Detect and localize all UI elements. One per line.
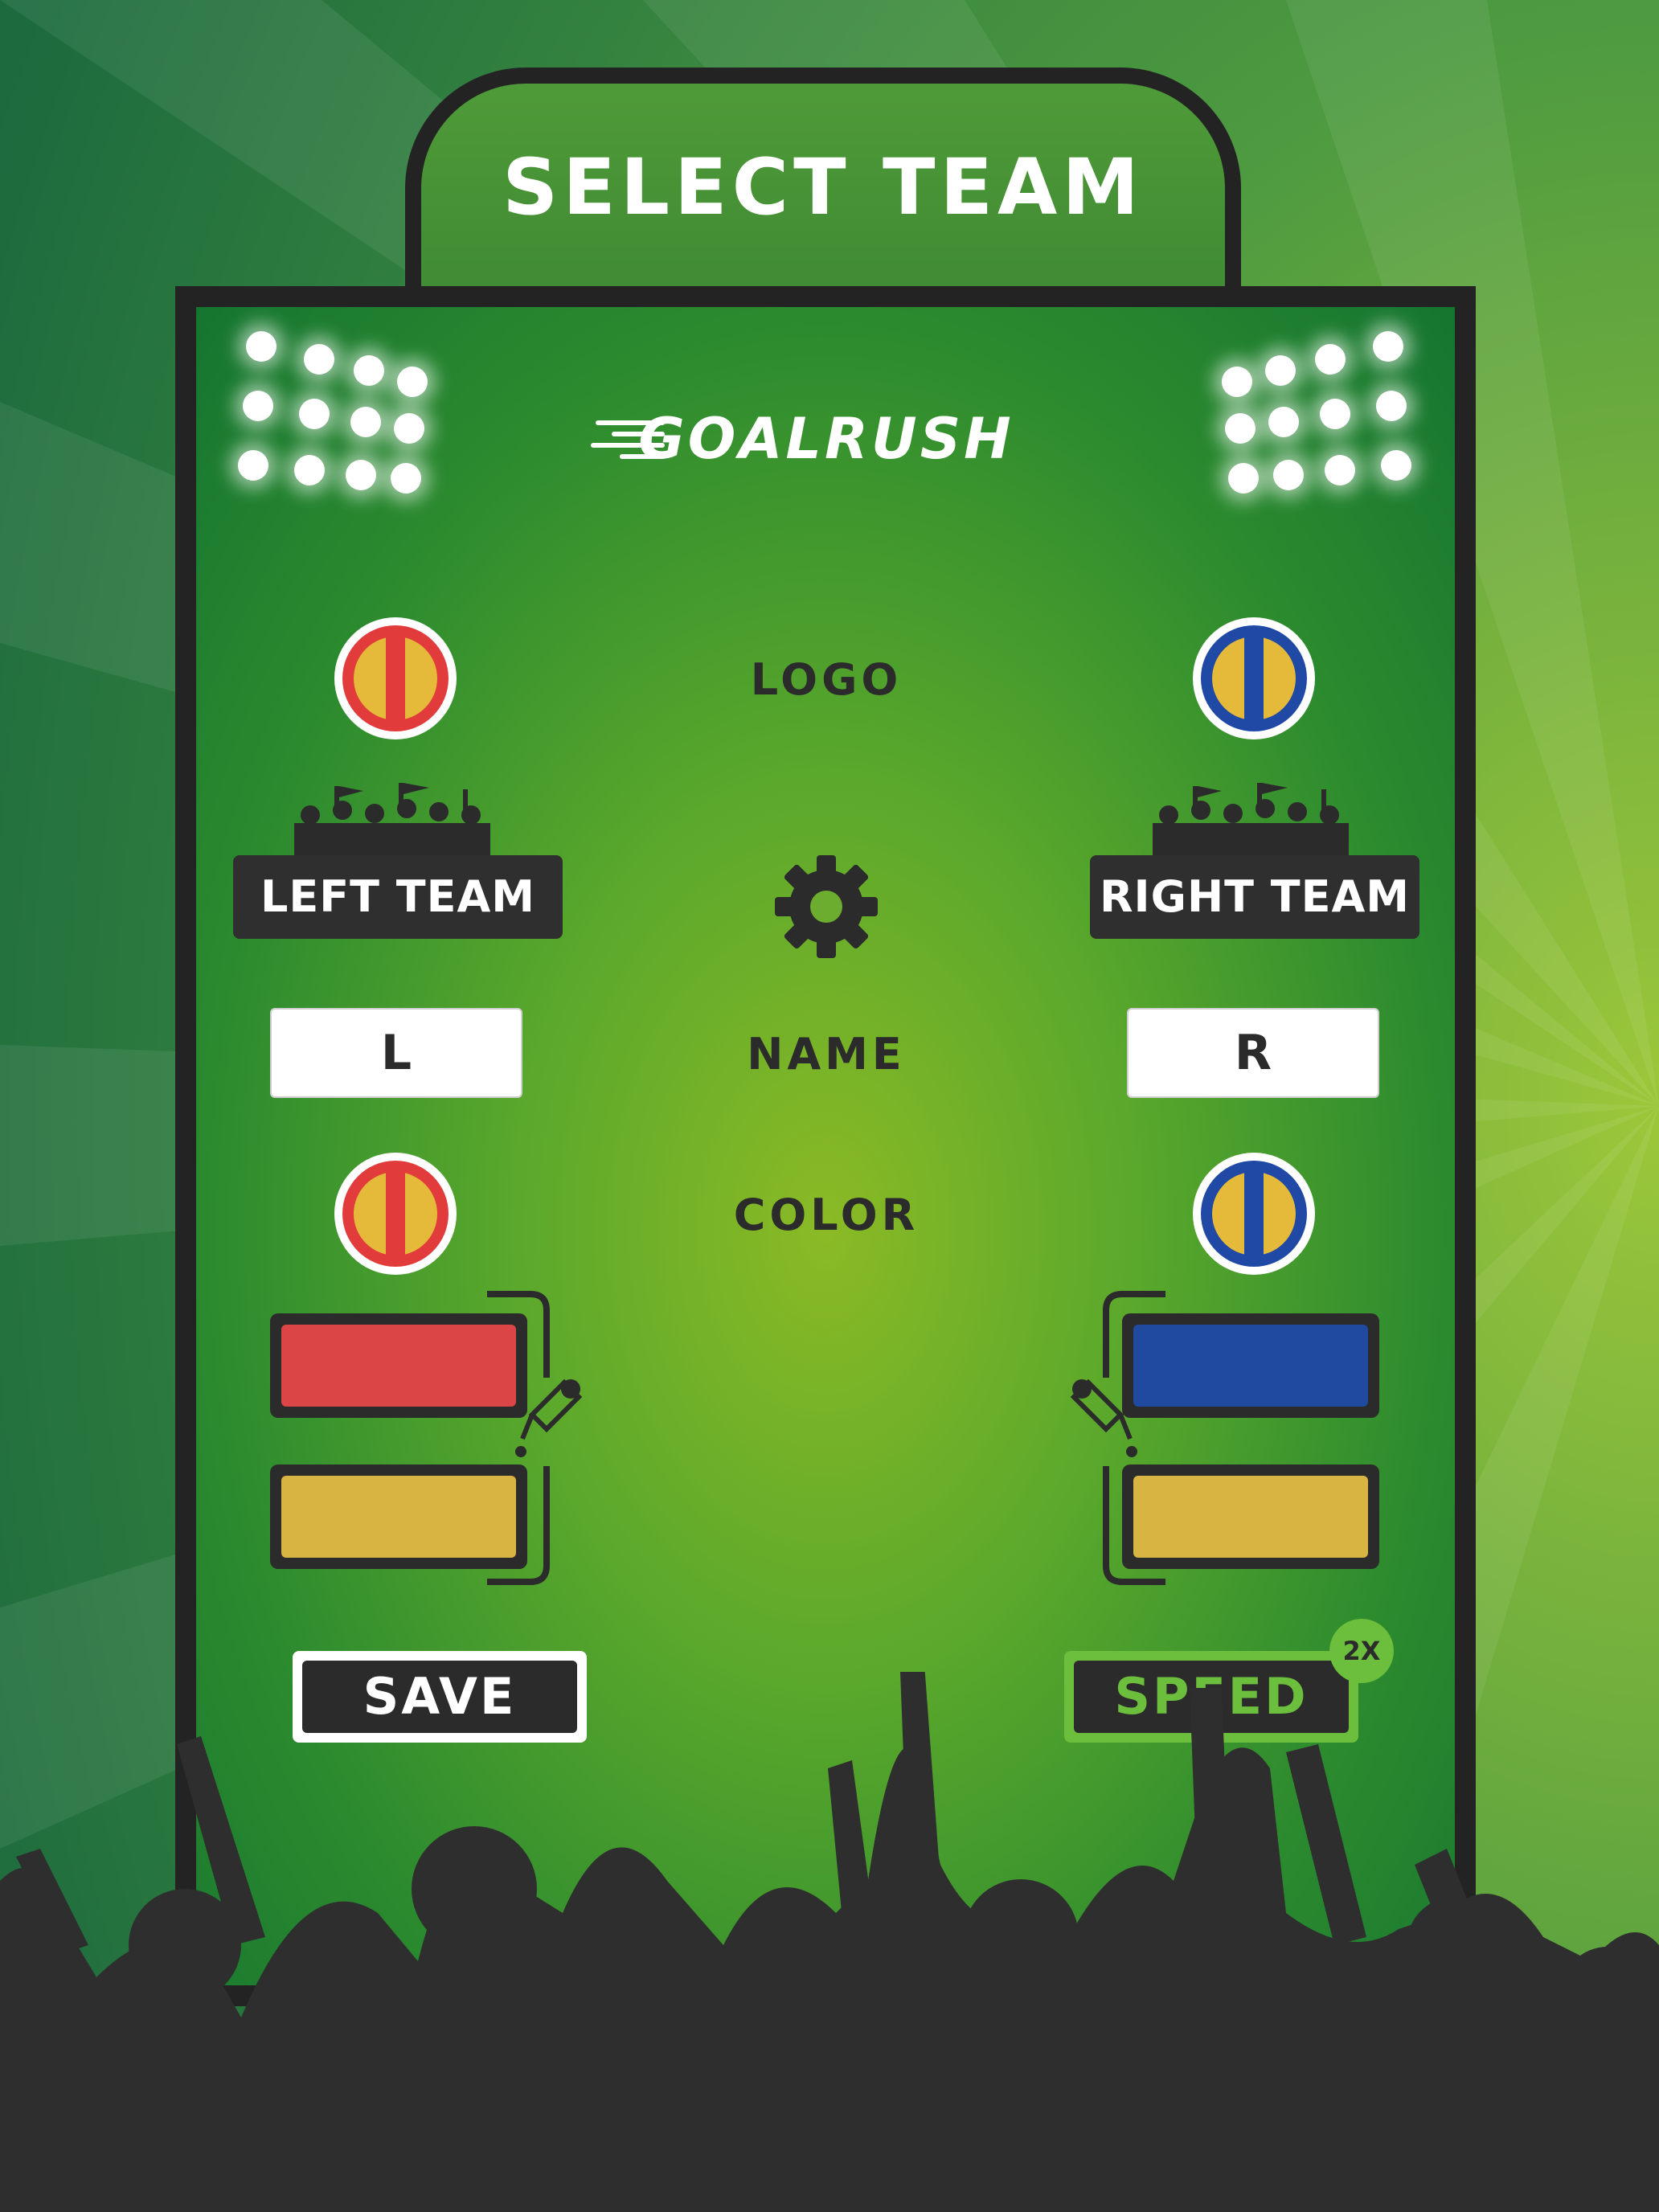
right-team-plate: RIGHT TEAM <box>1090 855 1419 939</box>
logo-label: LOGO <box>750 654 903 705</box>
right-primary-color-swatch[interactable] <box>1122 1313 1379 1418</box>
color-label: COLOR <box>733 1190 920 1240</box>
left-team-color-badge <box>334 1153 457 1275</box>
left-primary-color-swatch[interactable] <box>270 1313 527 1418</box>
right-team-name-field[interactable]: R <box>1127 1008 1379 1098</box>
right-primary-color-fill <box>1133 1325 1368 1407</box>
left-secondary-color-swatch[interactable] <box>270 1464 527 1569</box>
right-secondary-color-swatch[interactable] <box>1122 1464 1379 1569</box>
right-secondary-color-fill <box>1133 1476 1368 1558</box>
fans-silhouette-left <box>294 783 490 855</box>
right-team-logo-badge[interactable] <box>1191 616 1317 741</box>
settings-gear-icon[interactable] <box>770 850 883 963</box>
name-label: NAME <box>747 1029 906 1079</box>
left-team-name-field[interactable]: L <box>270 1008 522 1098</box>
left-team-logo-badge[interactable] <box>333 616 458 741</box>
left-eyedropper-icon[interactable] <box>514 1374 587 1463</box>
brand-logo: GOALRUSH <box>638 406 1014 472</box>
right-team-color-badge <box>1193 1153 1315 1275</box>
left-primary-color-fill <box>281 1325 516 1407</box>
page-title: SELECT TEAM <box>502 142 1144 232</box>
left-team-plate: LEFT TEAM <box>233 855 563 939</box>
crowd-silhouette <box>0 1672 1659 2212</box>
fans-silhouette-right <box>1153 783 1349 855</box>
left-secondary-color-fill <box>281 1476 516 1558</box>
right-eyedropper-icon[interactable] <box>1066 1374 1138 1463</box>
